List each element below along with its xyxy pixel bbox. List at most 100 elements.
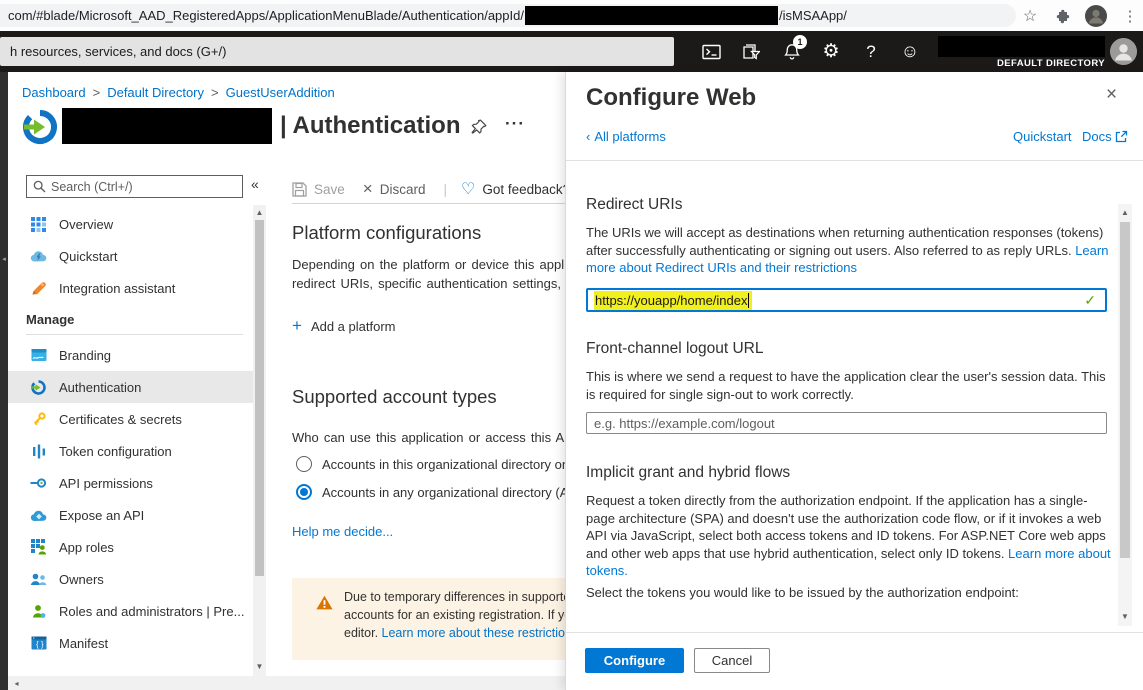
radio-multitenant[interactable]: Accounts in any organizational directory…	[296, 484, 565, 500]
left-edge-strip: ◂	[0, 72, 8, 690]
warning-triangle-icon	[316, 595, 333, 610]
cancel-button[interactable]: Cancel	[694, 648, 770, 673]
grid-person-icon	[30, 539, 47, 556]
discard-button[interactable]: × Discard	[363, 182, 426, 197]
panel-scrollbar-down-icon[interactable]: ▼	[1118, 612, 1132, 621]
extensions-puzzle-icon[interactable]	[1050, 0, 1074, 31]
sidebar-item-overview[interactable]: Overview	[8, 208, 253, 240]
implicit-grant-desc: Request a token directly from the author…	[586, 492, 1112, 580]
sidebar-item-expose-an-api[interactable]: Expose an API	[8, 499, 253, 531]
warning-box: Due to temporary differences in supporte…	[292, 578, 565, 660]
breadcrumb-default-directory[interactable]: Default Directory	[107, 85, 204, 100]
azure-portal-screen: com/#blade/Microsoft_AAD_RegisteredApps/…	[0, 0, 1143, 690]
sidebar-scrollbar-down-icon[interactable]: ▼	[253, 662, 266, 671]
warning-line2: accounts for an existing registration. I…	[344, 608, 565, 622]
hscroll-left-icon[interactable]: ◂	[10, 679, 23, 688]
portal-profile-avatar[interactable]	[1110, 38, 1137, 65]
docs-link[interactable]: Docs	[1082, 129, 1128, 144]
pin-icon[interactable]	[470, 118, 488, 136]
bookmark-star-icon[interactable]: ☆	[1018, 0, 1042, 31]
sidebar-item-certificates-secrets[interactable]: Certificates & secrets	[8, 403, 253, 435]
sidebar-manage-divider	[26, 334, 243, 335]
front-channel-logout-heading: Front-channel logout URL	[586, 340, 764, 358]
redirect-uris-heading: Redirect URIs	[586, 196, 682, 214]
search-icon	[33, 180, 46, 193]
sidebar-item-label: API permissions	[59, 476, 153, 491]
title-overflow-menu[interactable]: ···	[505, 114, 525, 134]
sidebar-item-api-permissions[interactable]: API permissions	[8, 467, 253, 499]
sidebar-item-label: Overview	[59, 217, 113, 232]
url-text-prefix: com/#blade/Microsoft_AAD_RegisteredApps/…	[8, 8, 524, 23]
sidebar-item-manifest[interactable]: { } Manifest	[8, 627, 253, 659]
all-platforms-back-link[interactable]: ‹ All platforms	[586, 129, 666, 144]
sidebar-item-integration-assistant[interactable]: Integration assistant	[8, 272, 253, 304]
help-me-decide-link[interactable]: Help me decide...	[292, 524, 393, 539]
blade-horizontal-scrollbar[interactable]: ◂	[8, 676, 565, 690]
browser-bar: com/#blade/Microsoft_AAD_RegisteredApps/…	[0, 0, 1143, 31]
sidebar-item-app-roles[interactable]: App roles	[8, 531, 253, 563]
sidebar-search-input[interactable]: Search (Ctrl+/)	[26, 175, 243, 198]
radio-unselected-icon[interactable]	[296, 456, 312, 472]
sidebar-item-label: Expose an API	[59, 508, 144, 523]
all-platforms-label: All platforms	[594, 129, 666, 144]
panel-scrollbar-thumb[interactable]	[1120, 222, 1130, 558]
key-icon	[30, 411, 47, 428]
close-icon[interactable]: ×	[1106, 84, 1117, 106]
global-search-input[interactable]: h resources, services, and docs (G+/)	[0, 37, 674, 66]
warning-line1: Due to temporary differences in supporte…	[344, 590, 565, 604]
sidebar-manage-header: Manage	[8, 304, 253, 334]
app-name-redaction-box	[62, 108, 272, 144]
add-platform-button[interactable]: + Add a platform	[292, 316, 395, 336]
browser-profile-avatar[interactable]	[1082, 0, 1110, 31]
panel-scrollbar-up-icon[interactable]: ▲	[1118, 208, 1132, 217]
sidebar-item-token-configuration[interactable]: Token configuration	[8, 435, 253, 467]
url-text-suffix: /isMSAApp/	[779, 8, 847, 23]
learn-more-restrictions-link[interactable]: Learn more about these restrictions.	[382, 626, 565, 640]
sidebar-item-label: Token configuration	[59, 444, 172, 459]
discard-x-icon: ×	[363, 182, 373, 196]
radio-single-tenant-label: Accounts in this organizational director…	[322, 457, 565, 472]
got-feedback-label: Got feedback?	[482, 182, 565, 197]
docs-label: Docs	[1082, 129, 1112, 144]
breadcrumb: Dashboard>Default Directory>GuestUserAdd…	[22, 85, 335, 100]
quickstart-link[interactable]: Quickstart	[1013, 129, 1072, 144]
back-chevron-icon: ‹	[586, 129, 590, 144]
settings-gear-icon[interactable]: ⚙	[818, 31, 844, 72]
save-button[interactable]: Save	[292, 182, 345, 197]
panel-header-divider	[566, 160, 1143, 161]
save-floppy-icon	[292, 182, 307, 197]
sidebar-scrollbar-up-icon[interactable]: ▲	[253, 208, 266, 217]
sidebar-item-authentication[interactable]: Authentication	[8, 371, 253, 403]
api-plug-icon	[30, 475, 47, 492]
sidebar-item-owners[interactable]: Owners	[8, 563, 253, 595]
sidebar-collapse-button[interactable]: «	[251, 176, 259, 192]
sidebar-nav: Overview Quickstart Integration assistan…	[8, 208, 253, 659]
sidebar-item-quickstart[interactable]: Quickstart	[8, 240, 253, 272]
strip-collapse-arrow-icon[interactable]: ◂	[0, 255, 8, 263]
url-redaction-box	[525, 6, 778, 25]
radio-selected-icon[interactable]	[296, 484, 312, 500]
cloud-shell-icon[interactable]	[698, 31, 724, 72]
sidebar-item-roles-administrators[interactable]: Roles and administrators | Pre...	[8, 595, 253, 627]
radio-single-tenant[interactable]: Accounts in this organizational director…	[296, 456, 565, 472]
heart-icon: ♡	[461, 179, 475, 199]
notification-count-badge: 1	[793, 35, 807, 49]
browser-menu-dots-icon[interactable]: ⋮	[1118, 0, 1142, 31]
sidebar-item-branding[interactable]: Branding	[8, 339, 253, 371]
help-icon[interactable]: ?	[858, 31, 884, 72]
warning-line3: editor. Learn more about these restricti…	[344, 626, 565, 640]
got-feedback-button[interactable]: ♡ Got feedback?	[461, 179, 565, 199]
configure-button[interactable]: Configure	[585, 648, 684, 673]
logout-url-input[interactable]	[586, 412, 1107, 434]
front-channel-logout-desc: This is where we send a request to have …	[586, 368, 1112, 403]
breadcrumb-guestuseraddition[interactable]: GuestUserAddition	[226, 85, 335, 100]
sidebar-item-label: Integration assistant	[59, 281, 175, 296]
page-title: | Authentication	[280, 112, 460, 140]
browser-address-bar[interactable]: com/#blade/Microsoft_AAD_RegisteredApps/…	[0, 4, 1016, 27]
platform-configurations-heading: Platform configurations	[292, 222, 481, 244]
redirect-uri-input[interactable]: https://youapp/home/index ✓	[586, 288, 1107, 312]
svg-text:{ }: { }	[36, 640, 44, 649]
breadcrumb-dashboard[interactable]: Dashboard	[22, 85, 86, 100]
directory-filter-icon[interactable]	[738, 31, 764, 72]
sidebar-scrollbar-thumb[interactable]	[255, 220, 264, 576]
